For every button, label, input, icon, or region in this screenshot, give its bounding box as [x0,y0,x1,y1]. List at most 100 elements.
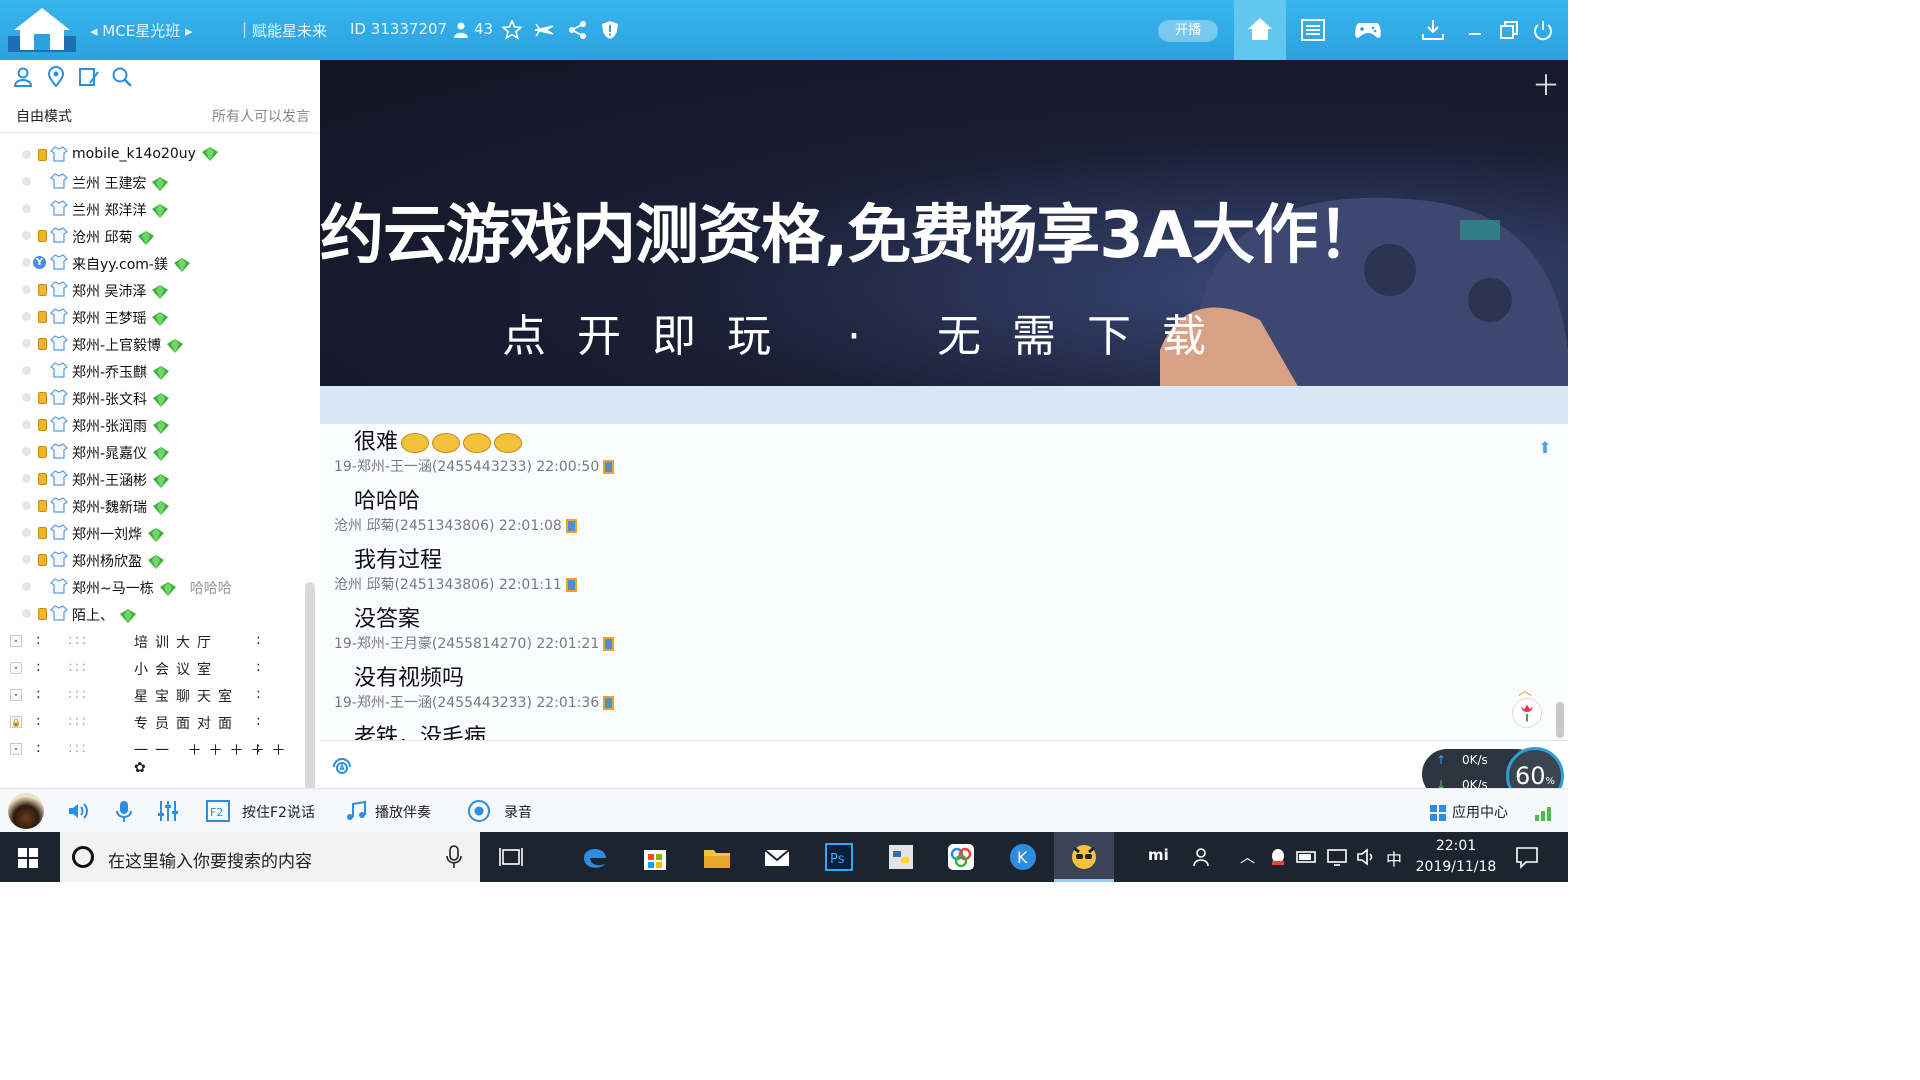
channel-room-item[interactable]: •:::: 培训大厅: [0,628,300,655]
chat-message-meta[interactable]: 沧州 邱菊(2451343806) 22:01:11 [334,574,577,594]
restore-icon[interactable] [1496,18,1522,42]
music-note-icon[interactable] [344,799,368,823]
channel-room-item[interactable]: •:::: 小会议室: [0,655,300,682]
speaker-icon[interactable] [66,799,90,823]
lock-icon[interactable]: 🔒 [10,716,22,728]
expand-box-icon[interactable]: • [10,689,22,701]
list-item[interactable]: 郑州~马一栋 哈哈哈 [0,574,300,601]
baidu-netdisk-icon[interactable] [946,842,976,872]
list-item[interactable]: 郑州-张润雨 [0,412,300,439]
battery-icon[interactable] [1296,847,1318,867]
list-item[interactable]: 郑州杨欣盈 [0,547,300,574]
shield-icon[interactable] [600,20,620,40]
diamond-rank-icon [138,231,155,245]
taskbar-clock[interactable]: 22:01 2019/11/18 [1408,836,1504,878]
chat-message-meta[interactable]: 19-郑州-王一涵(2455443233) 22:01:36 [334,692,615,712]
chat-input-bar[interactable] [320,740,1568,789]
mi-tray-icon[interactable]: mi [1148,846,1169,864]
scroll-top-icon[interactable]: ⬆ [1534,438,1556,460]
add-icon[interactable]: ＋ [1532,64,1560,104]
download-icon[interactable] [1420,18,1446,42]
list-item[interactable]: 郑州-上官毅博 [0,331,300,358]
list-item[interactable]: 沧州 邱菊 [0,223,300,250]
python-icon[interactable] [886,842,916,872]
show-hidden-icons[interactable]: ︿ [1240,846,1255,867]
chat-message-meta[interactable]: 19-郑州-王一涵(2455443233) 22:00:50 [334,456,615,476]
mail-icon[interactable] [762,842,792,872]
ad-banner[interactable]: 约云游戏内测资格,免费畅享3A大作！ 点开即玩 · 无需下载 ＋ [320,60,1568,386]
user-name-wrap: 郑州一刘烨 [72,524,164,544]
list-item[interactable]: 陌上、 [0,601,300,628]
user-name-wrap: 郑州-张润雨 [72,416,170,436]
fly-icon[interactable] [534,20,554,40]
store-icon[interactable] [640,842,670,872]
voice-search-icon[interactable] [446,845,462,869]
f2-key-icon[interactable]: F2 [206,799,230,823]
record-icon[interactable] [467,799,491,823]
list-item[interactable]: 兰州 郑洋洋 [0,196,300,223]
search-icon[interactable] [111,66,133,88]
list-item[interactable]: 郑州 王梦瑶 [0,304,300,331]
microphone-icon[interactable] [112,799,136,823]
list-icon[interactable] [1300,18,1326,42]
customer-service-icon[interactable] [330,753,354,777]
push-to-talk-label[interactable]: 按住F2说话 [242,802,315,822]
chat-message-meta[interactable]: 19-郑州-王月豪(2455814270) 22:01:21 [334,633,615,653]
power-close-icon[interactable] [1530,18,1556,42]
expand-box-icon[interactable]: • [10,743,22,755]
taskbar-search-input[interactable]: 在这里输入你要搜索的内容 [60,832,480,882]
list-item[interactable]: 郑州-王涵彬 [0,466,300,493]
expand-box-icon[interactable]: • [10,635,22,647]
list-item[interactable]: Y 来自yy.com-鎂 [0,250,300,277]
channel-room-item[interactable]: •:::: 星宝聊天室: [0,682,300,709]
minimize-icon[interactable] [1462,18,1488,42]
channel-room-item[interactable]: •:::: 一一 ＋＋＋＋＋✿: [0,736,300,776]
room-colon: : [36,632,41,648]
member-icon[interactable] [12,66,34,88]
chat-scrollbar[interactable] [1556,702,1564,738]
list-item[interactable]: mobile_k14o20uy [0,142,300,169]
room-name: 专员面对面 [134,716,239,732]
ime-indicator[interactable]: 中 [1386,846,1402,870]
expand-up-icon[interactable]: ︿ [1518,680,1532,700]
app-center-button[interactable]: 应用中心 [1430,802,1508,822]
diamond-rank-icon [152,312,169,326]
yy-active-tab[interactable] [1054,832,1114,882]
channel-name[interactable]: ◂ MCE星光班 ▸ [90,20,193,41]
share-icon[interactable] [568,20,588,40]
edge-browser-icon[interactable] [580,842,610,872]
list-item[interactable]: 郑州-魏新瑞 [0,493,300,520]
channel-room-item[interactable]: 🔒:::: 专员面对面: [0,709,300,736]
list-item[interactable]: 郑州一刘烨 [0,520,300,547]
list-item[interactable]: 郑州 吴沛泽 [0,277,300,304]
notification-icon[interactable] [1514,844,1540,870]
people-icon[interactable] [1192,845,1216,869]
list-item[interactable]: 郑州-张文科 [0,385,300,412]
list-item[interactable]: 郑州-乔玉麒 [0,358,300,385]
equalizer-icon[interactable] [156,799,180,823]
location-pin-icon[interactable] [45,66,67,88]
mode-label[interactable]: 自由模式 [16,106,72,126]
edit-note-icon[interactable] [78,66,100,88]
home-tab[interactable] [1234,0,1286,60]
photoshop-icon[interactable]: Ps [824,842,854,872]
kugou-icon[interactable]: K [1008,842,1038,872]
start-broadcast-button[interactable]: 开播 [1158,20,1218,42]
avatar[interactable] [8,793,44,829]
qq-tray-icon[interactable] [1268,847,1288,867]
network-icon[interactable] [1326,847,1348,867]
game-controller-icon[interactable] [1354,18,1382,42]
list-item[interactable]: 兰州 王建宏 [0,169,300,196]
list-item[interactable]: 郑州-晁嘉仪 [0,439,300,466]
windows-start-icon[interactable] [18,848,38,868]
favorite-star-icon[interactable] [502,20,522,40]
record-label[interactable]: 录音 [504,802,532,822]
task-view-icon[interactable] [496,842,526,872]
file-explorer-icon[interactable] [702,842,732,872]
chat-message-meta[interactable]: 沧州 邱菊(2451343806) 22:01:08 [334,515,577,535]
user-name-wrap: 郑州杨欣盈 [72,551,164,571]
play-accompaniment-label[interactable]: 播放伴奏 [375,802,431,822]
expand-box-icon[interactable]: • [10,662,22,674]
flower-gift-icon[interactable] [1512,698,1542,728]
volume-icon[interactable] [1356,847,1378,867]
